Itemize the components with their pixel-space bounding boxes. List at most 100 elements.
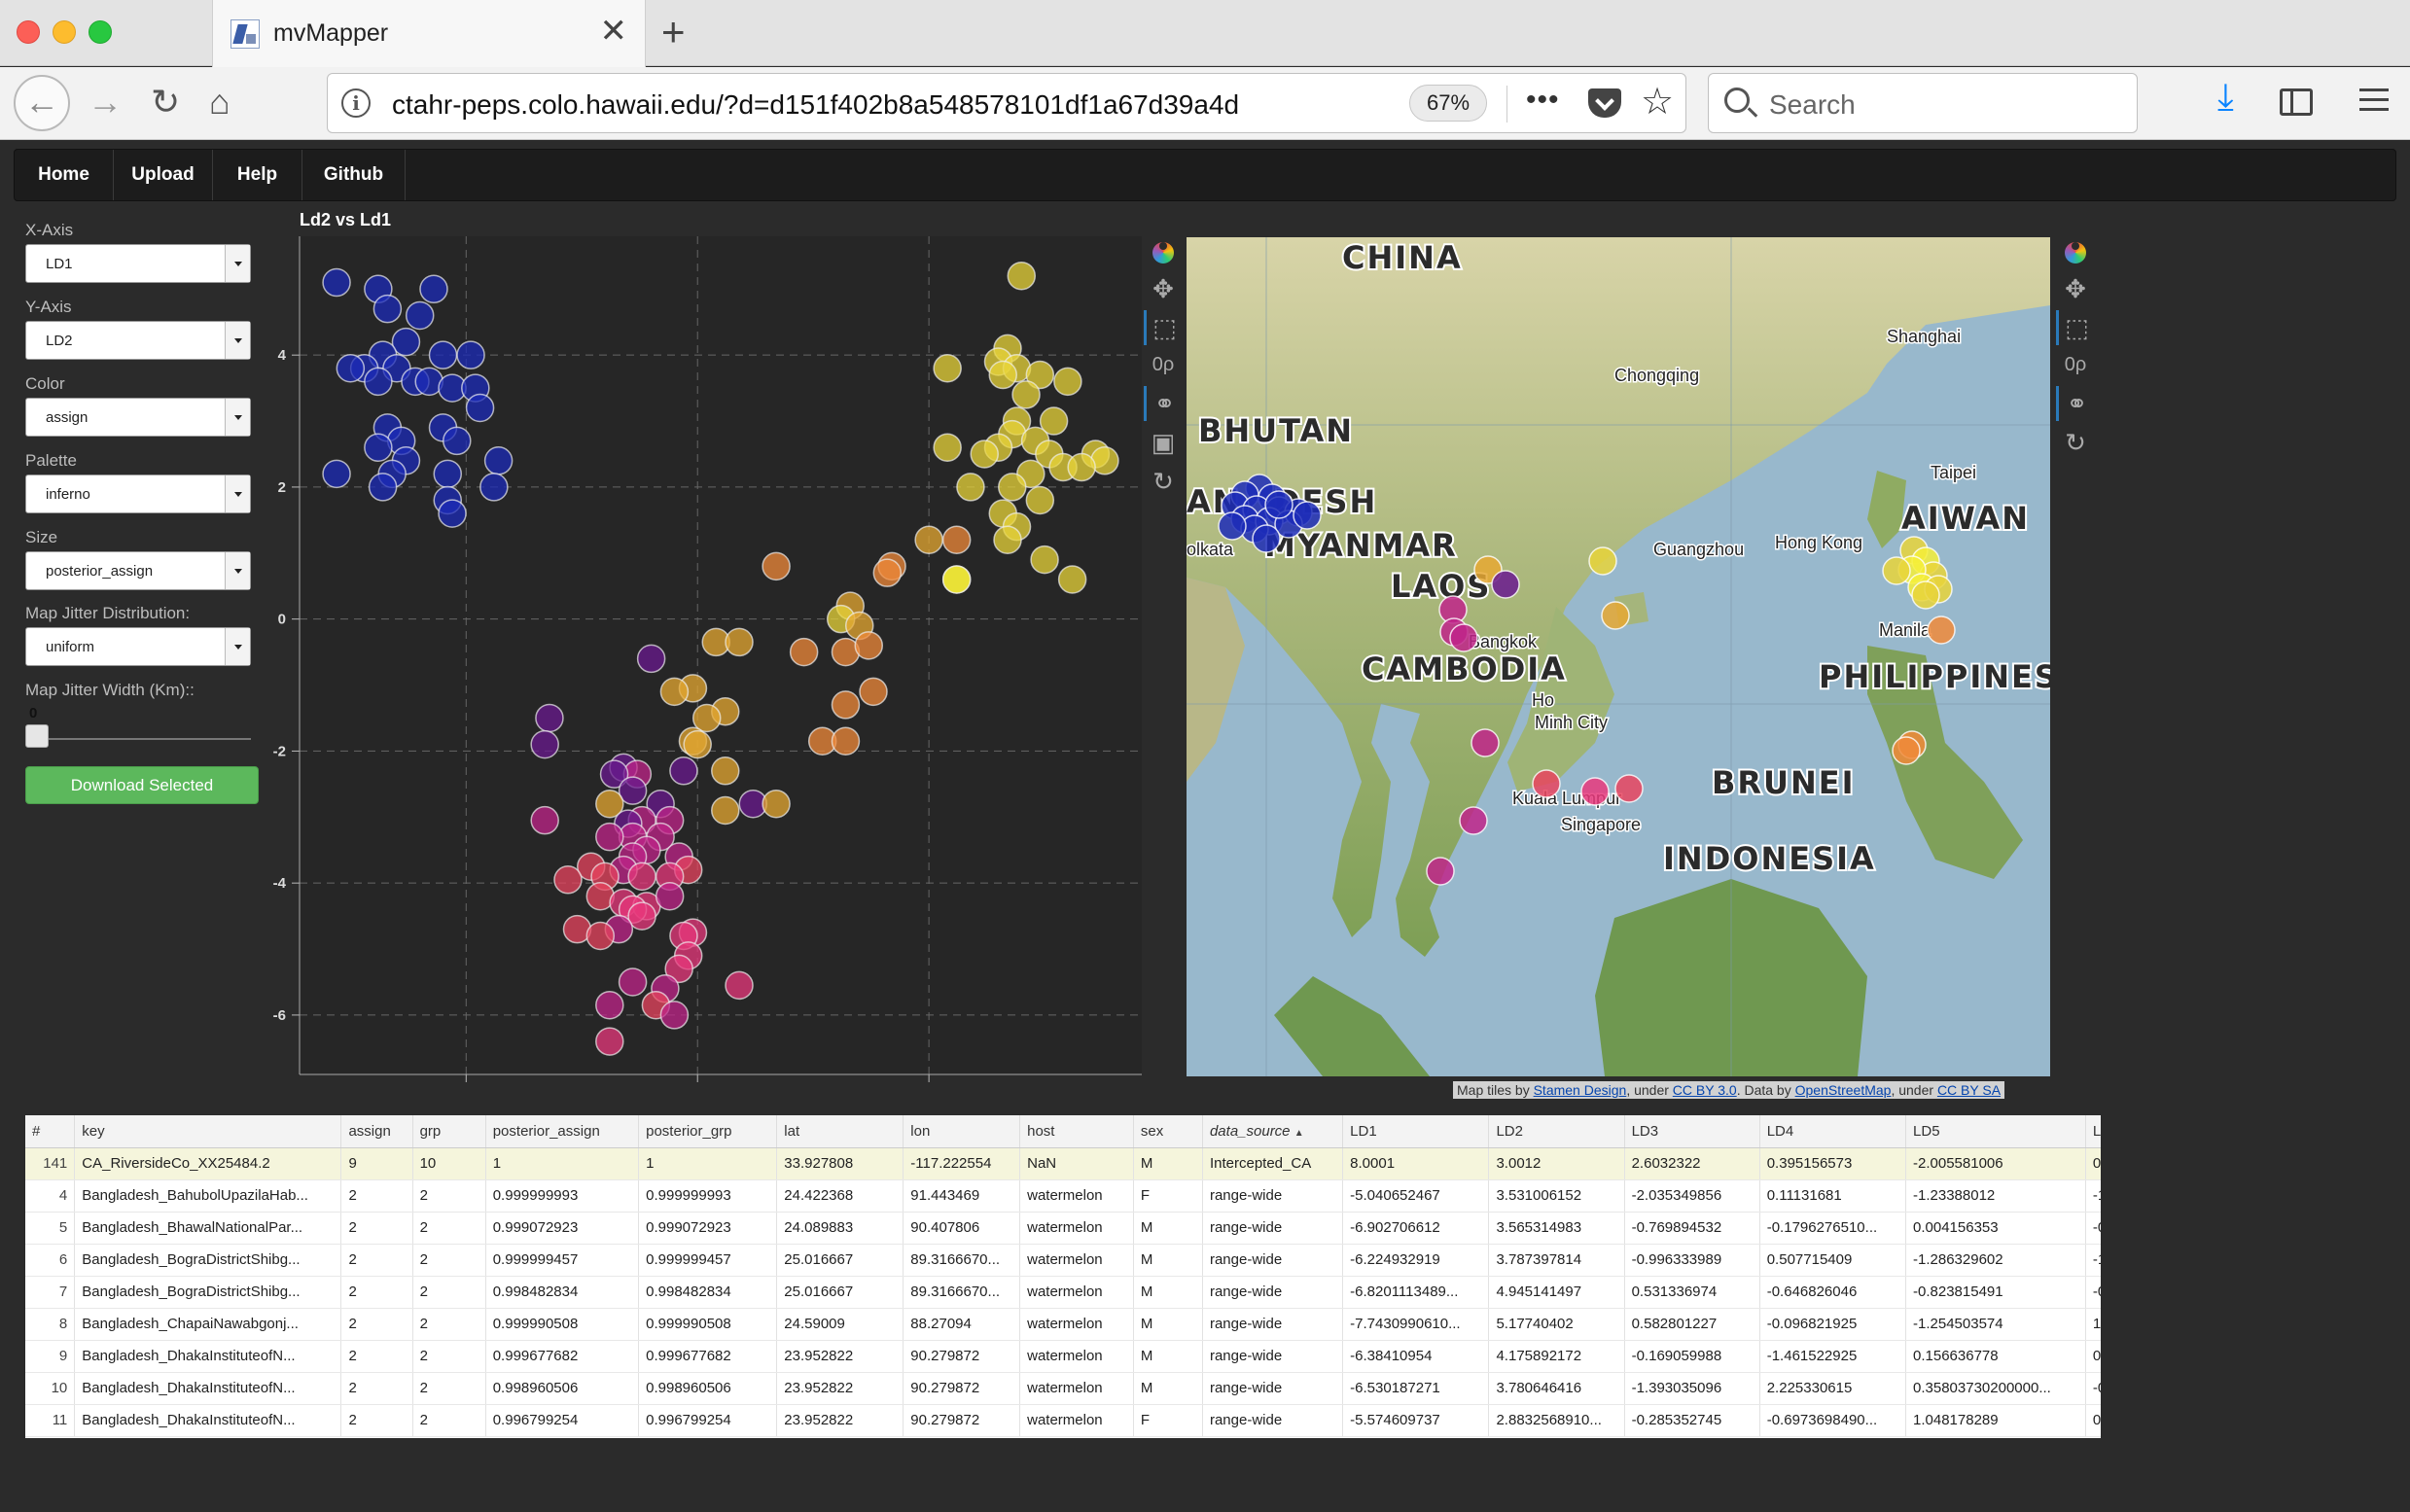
table-cell[interactable]: -5.574609737 (1342, 1404, 1490, 1437)
color-select[interactable]: assign (25, 398, 251, 437)
table-cell[interactable]: 90.407806 (903, 1212, 1021, 1245)
bookmark-star-icon[interactable]: ☆ (1641, 80, 1674, 123)
table-cell[interactable]: M (1133, 1276, 1203, 1309)
scatter-point[interactable] (465, 393, 495, 423)
table-cell[interactable]: 0.11131681 (1759, 1179, 1907, 1213)
table-cell[interactable]: 0.582801227 (1624, 1308, 1760, 1341)
table-cell[interactable]: 0.65 (2085, 1404, 2101, 1437)
scatter-point[interactable] (683, 729, 712, 759)
window-maximize-button[interactable] (89, 20, 112, 44)
table-cell[interactable]: -0.769894532 (1624, 1212, 1760, 1245)
scatter-point[interactable] (433, 459, 463, 489)
table-cell[interactable]: 1 (638, 1147, 778, 1180)
table-cell[interactable]: 3.0012 (1488, 1147, 1625, 1180)
table-cell[interactable]: 1 (485, 1147, 640, 1180)
table-cell[interactable]: F (1133, 1404, 1203, 1437)
table-cell[interactable]: 0.999072923 (638, 1212, 778, 1245)
table-cell[interactable]: 23.952822 (776, 1404, 904, 1437)
table-cell[interactable]: -0.096821925 (1759, 1308, 1907, 1341)
table-cell[interactable]: 90.279872 (903, 1340, 1021, 1373)
page-actions-icon[interactable]: ••• (1526, 84, 1560, 117)
scatter-point[interactable] (831, 726, 861, 756)
table-row[interactable]: 10 Bangladesh_DhakaInstituteofN... 2 2 0.998… (25, 1372, 2101, 1405)
wheel-zoom-tool-icon[interactable]: ⚭ (1144, 386, 1183, 421)
table-cell[interactable]: 2 (412, 1212, 486, 1245)
table-cell[interactable]: Intercepted_CA (1202, 1147, 1344, 1180)
map-point[interactable] (1927, 615, 1956, 645)
table-cell[interactable]: watermelon (1019, 1212, 1134, 1245)
table-cell[interactable]: 1.25 (2085, 1308, 2101, 1341)
box-select-tool-icon[interactable]: ⬚ (1144, 310, 1183, 345)
table-cell[interactable]: 2 (340, 1404, 413, 1437)
table-cell[interactable]: Bangladesh_BahubolUpazilaHab... (74, 1179, 342, 1213)
table-row[interactable]: 6 Bangladesh_BograDistrictShibg... 2 2 0.999… (25, 1244, 2101, 1277)
table-cell[interactable]: 0.395156573 (1759, 1147, 1907, 1180)
table-cell[interactable]: -0.5 (2085, 1276, 2101, 1309)
table-cell[interactable]: range-wide (1202, 1179, 1344, 1213)
lasso-select-tool-icon[interactable]: 0ρ (1144, 347, 1183, 382)
scatter-point[interactable] (479, 473, 509, 502)
map-point[interactable] (1449, 623, 1478, 652)
table-cell[interactable]: 8.0001 (1342, 1147, 1490, 1180)
column-header[interactable]: LD5 (1905, 1115, 2086, 1148)
column-header[interactable]: LD6 (2085, 1115, 2101, 1148)
table-cell[interactable]: 10 (25, 1372, 76, 1405)
table-cell[interactable]: M (1133, 1372, 1203, 1405)
search-bar[interactable]: Search (1708, 73, 2138, 133)
scatter-point[interactable] (364, 367, 393, 397)
table-row[interactable]: 7 Bangladesh_BograDistrictShibg... 2 2 0.998… (25, 1276, 2101, 1309)
table-cell[interactable]: -0.823815491 (1905, 1276, 2086, 1309)
menu-help[interactable]: Help (213, 150, 302, 200)
table-cell[interactable]: range-wide (1202, 1404, 1344, 1437)
window-close-button[interactable] (17, 20, 40, 44)
table-cell[interactable]: -6.224932919 (1342, 1244, 1490, 1277)
table-cell[interactable]: 2 (412, 1308, 486, 1341)
url-bar[interactable]: i ctahr-peps.colo.hawaii.edu/?d=d151f402… (327, 73, 1686, 133)
table-cell[interactable]: 141 (25, 1147, 76, 1180)
scatter-point[interactable] (1011, 380, 1041, 409)
column-header[interactable]: LD2 (1488, 1115, 1625, 1148)
map-point[interactable] (1532, 769, 1561, 798)
table-cell[interactable]: 0.999990508 (638, 1308, 778, 1341)
scatter-point[interactable] (535, 703, 564, 733)
table-cell[interactable]: Bangladesh_ChapaiNawabgonj... (74, 1308, 342, 1341)
table-cell[interactable]: 4 (25, 1179, 76, 1213)
scatter-point[interactable] (636, 644, 666, 674)
table-cell[interactable]: 25.016667 (776, 1276, 904, 1309)
map-point[interactable] (1882, 556, 1911, 585)
table-cell[interactable]: 2 (340, 1308, 413, 1341)
menu-home[interactable]: Home (15, 150, 114, 200)
scatter-point[interactable] (659, 1001, 690, 1030)
table-cell[interactable]: -0.169059988 (1624, 1340, 1760, 1373)
table-cell[interactable]: 8 (25, 1308, 76, 1341)
map-point[interactable] (1892, 736, 1921, 765)
table-row[interactable]: 8 Bangladesh_ChapaiNawabgonj... 2 2 0.999990… (25, 1308, 2101, 1341)
table-cell[interactable]: 91.443469 (903, 1179, 1021, 1213)
size-select[interactable]: posterior_assign (25, 551, 251, 590)
scatter-point[interactable] (659, 677, 690, 707)
table-cell[interactable]: Bangladesh_DhakaInstituteofN... (74, 1404, 342, 1437)
table-cell[interactable]: 0.999990508 (485, 1308, 640, 1341)
map-point[interactable] (1426, 857, 1455, 886)
table-cell[interactable]: 0.999999993 (638, 1179, 778, 1213)
info-icon[interactable]: i (341, 88, 371, 118)
y-axis-select[interactable]: LD2 (25, 321, 251, 360)
table-cell[interactable]: watermelon (1019, 1244, 1134, 1277)
table-cell[interactable]: -1.461522925 (1759, 1340, 1907, 1373)
pan-tool-icon[interactable]: ✥ (2056, 271, 2095, 306)
save-tool-icon[interactable]: ▣ (1144, 425, 1183, 460)
back-button[interactable]: ← (14, 75, 70, 131)
table-cell[interactable]: watermelon (1019, 1404, 1134, 1437)
table-cell[interactable]: 23.952822 (776, 1340, 904, 1373)
table-cell[interactable]: 2.225330615 (1759, 1372, 1907, 1405)
scatter-point[interactable] (762, 551, 791, 581)
table-cell[interactable]: range-wide (1202, 1276, 1344, 1309)
map-point[interactable] (1293, 501, 1322, 530)
scatter-point[interactable] (1057, 565, 1087, 594)
table-cell[interactable]: 5 (25, 1212, 76, 1245)
map-point[interactable] (1491, 570, 1520, 599)
wheel-zoom-tool-icon[interactable]: ⚭ (2056, 386, 2095, 421)
table-cell[interactable]: 0.999677682 (485, 1340, 640, 1373)
browser-tab[interactable]: mvMapper ✕ (212, 0, 646, 67)
stamen-link[interactable]: Stamen Design (1534, 1082, 1627, 1098)
